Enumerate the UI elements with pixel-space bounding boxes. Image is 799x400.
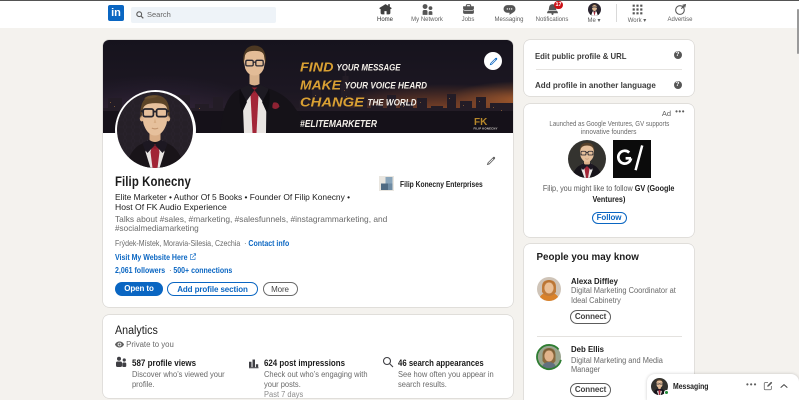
svg-text:FIND: FIND: [300, 61, 334, 75]
svg-text:#ELITEMARKETER: #ELITEMARKETER: [300, 119, 378, 130]
svg-text:YOUR MESSAGE: YOUR MESSAGE: [337, 63, 402, 73]
svg-text:FILIP KONECNY: FILIP KONECNY: [474, 127, 498, 131]
svg-text:THE WORLD: THE WORLD: [368, 98, 417, 108]
svg-text:YOUR VOICE HEARD: YOUR VOICE HEARD: [345, 81, 428, 91]
svg-text:MAKE: MAKE: [300, 79, 342, 93]
svg-text:CHANGE: CHANGE: [300, 96, 365, 110]
